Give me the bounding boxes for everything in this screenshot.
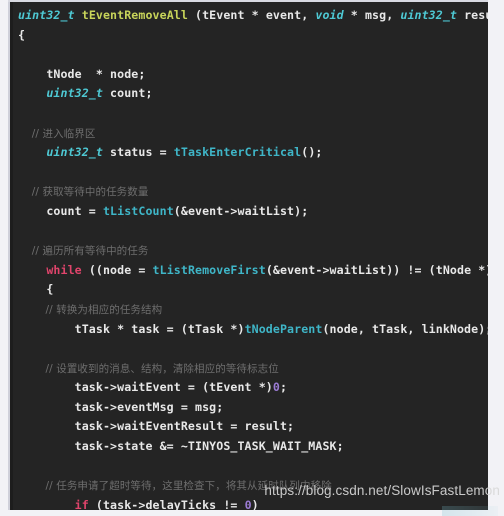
code-token-plain: (); <box>301 145 323 160</box>
code-line: uint32_t status = tTaskEnterCritical(); <box>10 143 488 163</box>
code-token-plain: { <box>18 27 26 42</box>
code-token-call: tTaskEnterCritical <box>173 145 302 160</box>
code-token-plain: count; <box>102 86 153 101</box>
code-token-plain: (&event->waitList)) != (tNode *) <box>265 262 488 277</box>
code-token-plain: ) <box>251 497 259 510</box>
code-token-plain: (&event->waitList); <box>173 203 309 218</box>
code-line: uint32_t tEventRemoveAll (tEvent * event… <box>10 6 488 26</box>
code-line: { <box>10 26 488 46</box>
code-token-num: 0 <box>244 497 252 510</box>
code-line: // 转换为相应的任务结构 <box>10 300 488 320</box>
code-line: task->eventMsg = msg; <box>10 398 488 418</box>
code-token-plain: task->state &= ~TINYOS_TASK_WAIT_MASK; <box>18 439 344 454</box>
code-token-fn: tEventRemoveAll <box>81 8 188 22</box>
code-token-comment: // 任务申请了超时等待，这里检查下，将其从延时队列中移除 <box>18 480 332 493</box>
code-token-plain: count = <box>18 203 103 218</box>
code-token-plain: (node, tTask, linkNode); <box>322 321 488 336</box>
code-line: // 遍历所有等待中的任务 <box>10 241 488 261</box>
code-token-type: uint32_t <box>400 8 457 22</box>
code-token-plain: { <box>18 282 54 297</box>
code-token-plain: ; <box>279 380 288 395</box>
code-token-plain: result) <box>464 8 488 22</box>
code-line: while ((node = tListRemoveFirst(&event->… <box>10 261 488 281</box>
code-token-plain: task->eventMsg = msg; <box>18 399 224 414</box>
code-token-type: uint32_t <box>46 86 103 101</box>
code-token-type: uint32_t <box>18 8 75 22</box>
code-line: task->waitEvent = (tEvent *)0; <box>10 378 488 398</box>
code-token-plain: task->waitEvent = (tEvent *) <box>18 380 273 395</box>
code-token-call: tListCount <box>102 203 174 218</box>
code-token-plain: ((node = <box>81 262 153 277</box>
code-token-comment: // 设置收到的消息、结构，清除相应的等待标志位 <box>18 362 279 375</box>
code-token-comment: // 进入临界区 <box>18 127 96 140</box>
code-token-plain: tNode * node; <box>18 66 146 81</box>
code-token-num: 0 <box>272 380 280 395</box>
code-token-type: void <box>315 8 344 22</box>
scan-artifact <box>442 506 498 516</box>
code-token-comment: // 获取等待中的任务数量 <box>18 186 149 199</box>
code-token-plain: (task->delayTicks != <box>88 497 245 510</box>
code-line: // 进入临界区 <box>10 124 488 144</box>
code-line: tTask * task = (tTask *)tNodeParent(node… <box>10 320 488 340</box>
code-line: // 设置收到的消息、结构，清除相应的等待标志位 <box>10 359 488 379</box>
code-token-kw: if <box>74 497 89 510</box>
code-token-plain: task->waitEventResult = result; <box>18 419 295 434</box>
code-token-kw: while <box>46 262 82 277</box>
code-line: tNode * node; <box>10 65 488 85</box>
code-token-plain: status = <box>102 145 174 160</box>
code-token-comment: // 转换为相应的任务结构 <box>18 303 163 316</box>
code-token-comment: // 遍历所有等待中的任务 <box>18 245 149 258</box>
code-line: count = tListCount(&event->waitList); <box>10 202 488 222</box>
code-block[interactable]: uint32_t tEventRemoveAll (tEvent * event… <box>10 2 488 510</box>
code-line: if (task->delayTicks != 0) <box>10 496 488 510</box>
code-viewer-card: uint32_t tEventRemoveAll (tEvent * event… <box>8 2 488 510</box>
code-line: task->waitEventResult = result; <box>10 417 488 437</box>
code-token-plain: * msg, <box>343 8 401 22</box>
code-token-type: uint32_t <box>46 145 103 160</box>
code-token-call: tNodeParent <box>244 321 323 336</box>
code-line: { <box>10 280 488 300</box>
code-line: uint32_t count; <box>10 84 488 104</box>
code-line: task->state &= ~TINYOS_TASK_WAIT_MASK; <box>10 437 488 457</box>
screenshot-root: uint32_t tEventRemoveAll (tEvent * event… <box>0 0 504 516</box>
code-token-call: tListRemoveFirst <box>152 262 266 277</box>
code-token-plain: tTask * task = (tTask *) <box>18 321 245 336</box>
code-line: // 任务申请了超时等待，这里检查下，将其从延时队列中移除 <box>10 476 488 496</box>
code-line: // 获取等待中的任务数量 <box>10 182 488 202</box>
code-token-plain: (tEvent * event, <box>187 8 316 22</box>
